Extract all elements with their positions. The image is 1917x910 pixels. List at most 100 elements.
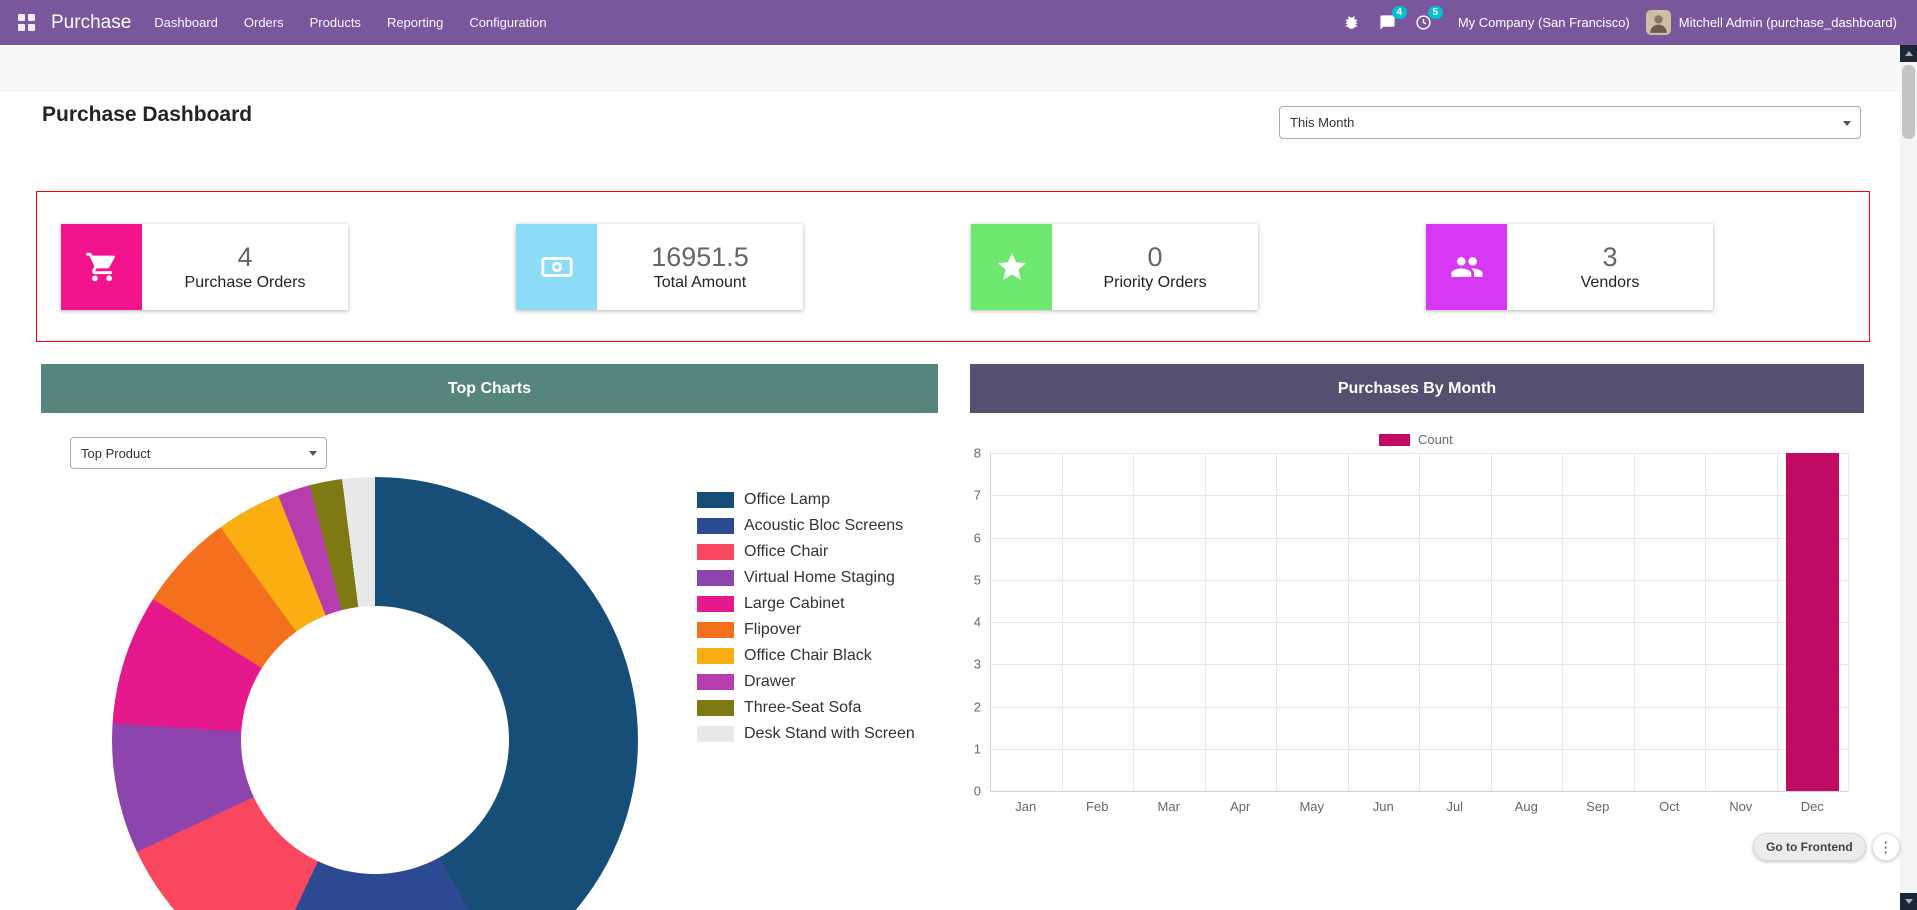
gridline — [990, 453, 991, 791]
notification-badge: 5 — [1428, 6, 1443, 19]
gridline — [1491, 453, 1492, 791]
legend-swatch — [697, 674, 734, 690]
apps-grid-icon — [18, 14, 35, 31]
kpi-label: Priority Orders — [1103, 274, 1206, 292]
period-select-wrap: This Month — [1279, 106, 1861, 139]
nav-item-products[interactable]: Products — [297, 0, 374, 45]
gridline — [1419, 453, 1420, 791]
kpi-row: 4 Purchase Orders 16951.5 Total Amount 0… — [36, 191, 1870, 342]
legend-item[interactable]: Large Cabinet — [697, 591, 915, 617]
kpi-col: 0 Priority Orders — [971, 224, 1426, 310]
more-options-button[interactable]: ⋮ — [1872, 833, 1900, 861]
x-axis-tick-label: Feb — [1062, 799, 1134, 814]
y-axis-tick-label: 5 — [974, 572, 981, 587]
legend-swatch — [697, 570, 734, 586]
legend-item[interactable]: Acoustic Bloc Screens — [697, 513, 915, 539]
kpi-card-purchase-orders[interactable]: 4 Purchase Orders — [61, 224, 348, 310]
top-charts-header: Top Charts — [41, 364, 938, 413]
scroll-up-button[interactable] — [1900, 45, 1917, 62]
kpi-card-priority-orders[interactable]: 0 Priority Orders — [971, 224, 1258, 310]
debug-button[interactable] — [1334, 5, 1370, 41]
x-axis-tick-label: Jun — [1348, 799, 1420, 814]
arrow-up-icon — [1905, 51, 1913, 56]
systray: 4 5 My Company (San Francisco) Mitchell … — [1334, 5, 1907, 41]
legend-label: Desk Stand with Screen — [744, 725, 915, 743]
gridline — [1777, 453, 1778, 791]
legend-swatch — [697, 700, 734, 716]
period-select[interactable]: This Month — [1279, 106, 1861, 139]
gridline — [1562, 453, 1563, 791]
kpi-card-vendors[interactable]: 3 Vendors — [1426, 224, 1713, 310]
legend-item[interactable]: Three-Seat Sofa — [697, 695, 915, 721]
legend-item[interactable]: Office Lamp — [697, 487, 915, 513]
top-product-select[interactable]: Top Product — [70, 437, 327, 469]
gridline — [1205, 453, 1206, 791]
legend-label: Drawer — [744, 673, 796, 691]
gridline — [1705, 453, 1706, 791]
x-axis-tick-label: Jul — [1419, 799, 1491, 814]
donut-chart[interactable] — [112, 477, 638, 910]
x-axis-tick-label: Dec — [1777, 799, 1849, 814]
gridline — [1848, 453, 1849, 791]
company-switcher[interactable]: My Company (San Francisco) — [1442, 15, 1646, 30]
page-title: Purchase Dashboard — [42, 103, 252, 127]
nav-item-orders[interactable]: Orders — [231, 0, 297, 45]
frontend-switcher: Go to Frontend ⋮ — [1753, 833, 1900, 861]
top-charts-panel: Top Charts Top Product Office Lamp Acoust… — [41, 364, 938, 910]
nav-item-dashboard[interactable]: Dashboard — [141, 0, 231, 45]
legend-item[interactable]: Virtual Home Staging — [697, 565, 915, 591]
x-axis-tick-label: May — [1276, 799, 1348, 814]
purchases-by-month-body: Count 012345678JanFebMarAprMayJunJulAugS… — [970, 413, 1864, 853]
x-axis-tick-label: Apr — [1205, 799, 1277, 814]
star-icon — [971, 224, 1052, 310]
nav-item-reporting[interactable]: Reporting — [374, 0, 456, 45]
app-brand[interactable]: Purchase — [51, 12, 131, 34]
bar-legend-label: Count — [1418, 432, 1453, 447]
purchases-by-month-header: Purchases By Month — [970, 364, 1864, 413]
avatar[interactable] — [1646, 10, 1671, 35]
legend-item[interactable]: Desk Stand with Screen — [697, 721, 915, 747]
control-panel-band — [0, 45, 1917, 91]
legend-swatch — [697, 492, 734, 508]
legend-swatch — [697, 544, 734, 560]
messages-button[interactable]: 4 — [1370, 5, 1406, 41]
go-to-frontend-button[interactable]: Go to Frontend — [1753, 833, 1866, 861]
top-navbar: Purchase Dashboard Orders Products Repor… — [0, 0, 1917, 45]
pie-legend: Office Lamp Acoustic Bloc Screens Office C… — [697, 487, 915, 747]
activities-button[interactable]: 5 — [1406, 5, 1442, 41]
scroll-down-button[interactable] — [1900, 893, 1917, 910]
kpi-card-total-amount[interactable]: 16951.5 Total Amount — [516, 224, 803, 310]
kpi-value: 0 — [1147, 242, 1162, 272]
gridline — [990, 791, 1848, 792]
bar-chart-legend[interactable]: Count — [1379, 432, 1453, 447]
legend-label: Office Lamp — [744, 491, 830, 509]
y-axis-tick-label: 1 — [974, 741, 981, 756]
nav-item-configuration[interactable]: Configuration — [456, 0, 559, 45]
x-axis-tick-label: Aug — [1491, 799, 1563, 814]
user-menu[interactable]: Mitchell Admin (purchase_dashboard) — [1671, 15, 1907, 30]
main-menu: Dashboard Orders Products Reporting Conf… — [141, 0, 559, 45]
bar-dec[interactable] — [1786, 453, 1839, 791]
legend-item[interactable]: Drawer — [697, 669, 915, 695]
vertical-scrollbar[interactable] — [1900, 45, 1917, 910]
gridline — [1062, 453, 1063, 791]
apps-menu-button[interactable] — [10, 6, 43, 39]
legend-swatch — [697, 622, 734, 638]
legend-label: Virtual Home Staging — [744, 569, 895, 587]
kpi-value: 3 — [1602, 242, 1617, 272]
legend-item[interactable]: Office Chair — [697, 539, 915, 565]
top-product-select-wrap: Top Product — [70, 437, 327, 469]
x-axis-tick-label: Nov — [1705, 799, 1777, 814]
y-axis-tick-label: 7 — [974, 488, 981, 503]
scrollbar-thumb[interactable] — [1902, 65, 1915, 139]
legend-item[interactable]: Office Chair Black — [697, 643, 915, 669]
kpi-col: 3 Vendors — [1426, 224, 1881, 310]
kpi-label: Vendors — [1581, 274, 1640, 292]
kpi-label: Purchase Orders — [185, 274, 306, 292]
gridline — [1276, 453, 1277, 791]
user-photo-icon — [1646, 10, 1671, 35]
legend-label: Office Chair Black — [744, 647, 872, 665]
legend-label: Office Chair — [744, 543, 828, 561]
legend-item[interactable]: Flipover — [697, 617, 915, 643]
gridline — [1634, 453, 1635, 791]
